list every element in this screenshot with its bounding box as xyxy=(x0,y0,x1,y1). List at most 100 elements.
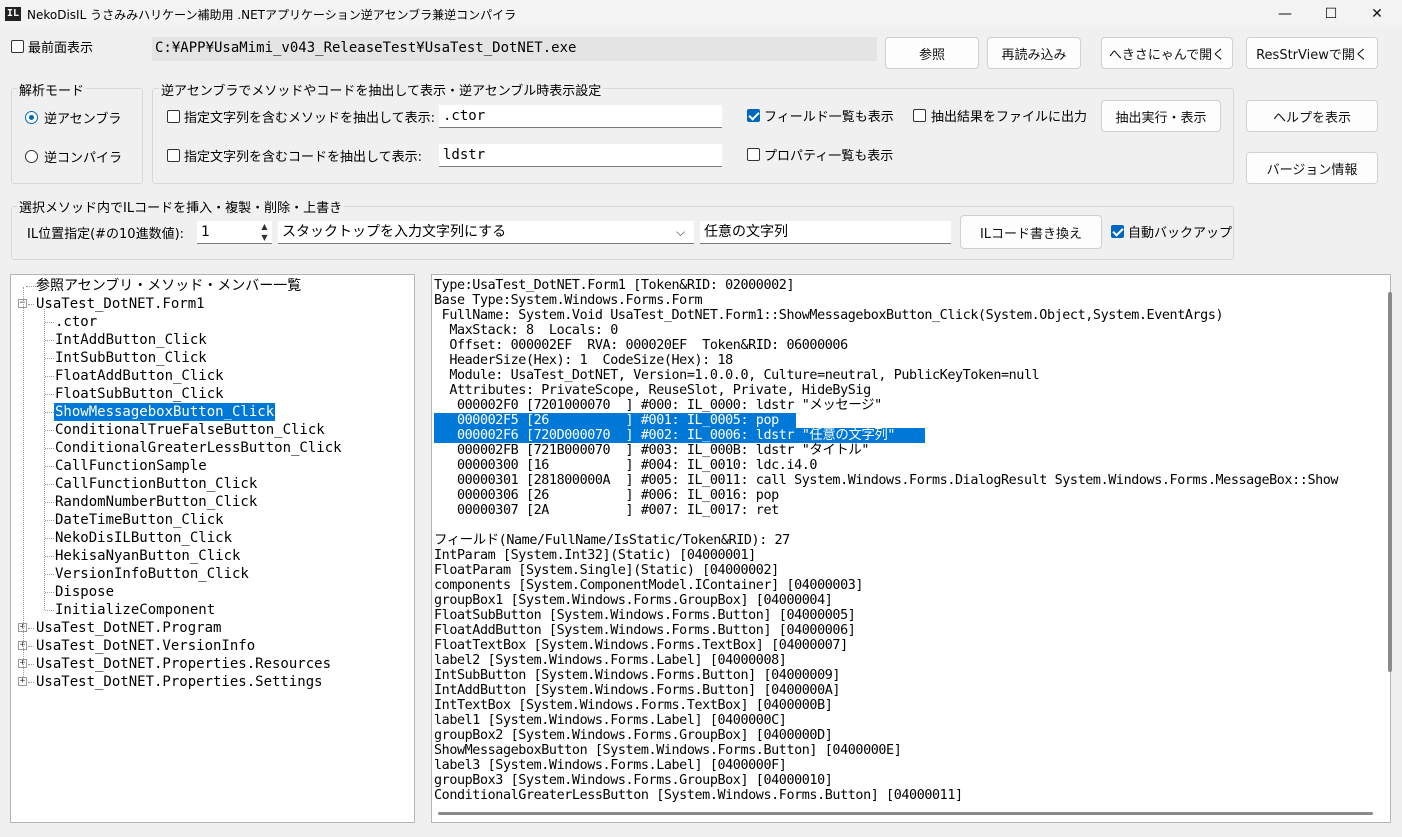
tree-row[interactable]: DateTimeButton_Click xyxy=(11,511,414,529)
tree-connector xyxy=(28,646,34,647)
output-file-checkbox[interactable] xyxy=(913,109,926,122)
tree-method-item[interactable]: ShowMessageboxButton_Click xyxy=(54,403,276,421)
tree-row[interactable]: ConditionalTrueFalseButton_Click xyxy=(11,421,414,439)
tree-class-node[interactable]: UsaTest_DotNET.Program xyxy=(35,619,222,637)
expand-icon[interactable]: + xyxy=(18,677,27,686)
tree-row[interactable]: HekisaNyanButton_Click xyxy=(11,547,414,565)
tree-row[interactable]: CallFunctionSample xyxy=(11,457,414,475)
tree-connector xyxy=(45,448,54,449)
tree-row[interactable]: + UsaTest_DotNET.Properties.Settings xyxy=(11,673,414,691)
code-filter-checkbox[interactable] xyxy=(167,149,180,162)
tree-method-item[interactable]: CallFunctionButton_Click xyxy=(54,475,258,493)
output-horizontal-scrollbar[interactable] xyxy=(438,812,1373,815)
tree-row[interactable]: − UsaTest_DotNET.Form1 xyxy=(11,295,414,313)
tree-connector xyxy=(45,358,54,359)
tree-row[interactable]: InitializeComponent xyxy=(11,601,414,619)
tree-method-item[interactable]: ConditionalGreaterLessButton_Click xyxy=(54,439,343,457)
output-vertical-scrollbar[interactable] xyxy=(1388,292,1392,672)
tree-class-node[interactable]: UsaTest_DotNET.VersionInfo xyxy=(35,637,256,655)
disassembler-radio[interactable] xyxy=(25,111,38,124)
tree-node-form1[interactable]: UsaTest_DotNET.Form1 xyxy=(35,295,206,313)
tree-row[interactable]: + UsaTest_DotNET.Properties.Resources xyxy=(11,655,414,673)
tree-method-item[interactable]: FloatSubButton_Click xyxy=(54,385,225,403)
file-path-field[interactable]: C:¥APP¥UsaMimi_v043_ReleaseTest¥UsaTest_… xyxy=(152,37,877,61)
assembly-tree[interactable]: 参照アセンブリ・メソッド・メンバー一覧 − UsaTest_DotNET.Form1… xyxy=(10,274,415,823)
tree-class-node[interactable]: UsaTest_DotNET.Properties.Resources xyxy=(35,655,332,673)
il-rewrite-button[interactable]: ILコード書き換え xyxy=(960,215,1102,249)
open-resstrview-button[interactable]: ResStrViewで開く xyxy=(1246,37,1378,69)
output-line: Attributes: PrivateScope, ReuseSlot, Pri… xyxy=(434,383,871,398)
tree-method-item[interactable]: IntAddButton_Click xyxy=(54,331,208,349)
tree-row[interactable]: IntSubButton_Click xyxy=(11,349,414,367)
tree-row[interactable]: RandomNumberButton_Click xyxy=(11,493,414,511)
topmost-checkbox[interactable] xyxy=(11,40,24,53)
tree-method-item[interactable]: ConditionalTrueFalseButton_Click xyxy=(54,421,326,439)
tree-method-item[interactable]: DateTimeButton_Click xyxy=(54,511,225,529)
tree-connector xyxy=(45,556,54,557)
disassembly-output[interactable]: Type:UsaTest_DotNET.Form1 [Token&RID: 02… xyxy=(431,274,1391,823)
auto-backup-checkbox[interactable] xyxy=(1111,225,1124,238)
tree-method-item[interactable]: IntSubButton_Click xyxy=(54,349,208,367)
tree-connector xyxy=(45,322,54,323)
tree-class-node[interactable]: UsaTest_DotNET.Properties.Settings xyxy=(35,673,324,691)
tree-row[interactable]: ConditionalGreaterLessButton_Click xyxy=(11,439,414,457)
tree-row[interactable]: Dispose xyxy=(11,583,414,601)
tree-method-item[interactable]: .ctor xyxy=(54,313,98,331)
il-string-input[interactable]: 任意の文字列 xyxy=(700,221,951,244)
tree-row[interactable]: VersionInfoButton_Click xyxy=(11,565,414,583)
tree-connector xyxy=(45,502,54,503)
tree-method-item[interactable]: HekisaNyanButton_Click xyxy=(54,547,241,565)
tree-row[interactable]: FloatAddButton_Click xyxy=(11,367,414,385)
tree-row[interactable]: .ctor xyxy=(11,313,414,331)
tree-connector xyxy=(28,628,34,629)
tree-row[interactable]: CallFunctionButton_Click xyxy=(11,475,414,493)
il-operation-select[interactable]: スタックトップを入力文字列にする xyxy=(278,221,694,244)
tree-method-item[interactable]: NekoDisILButton_Click xyxy=(54,529,233,547)
show-properties-label: プロパティ一覧も表示 xyxy=(764,149,894,164)
help-button[interactable]: ヘルプを表示 xyxy=(1246,100,1378,132)
output-line: IntParam [System.Int32](Static) [0400000… xyxy=(434,548,756,563)
tree-method-item[interactable]: InitializeComponent xyxy=(54,601,216,619)
tree-connector xyxy=(45,538,54,539)
method-filter-label: 指定文字列を含むメソッドを抽出して表示: xyxy=(184,111,435,126)
method-filter-input[interactable]: .ctor xyxy=(439,105,722,128)
tree-connector xyxy=(45,484,54,485)
topmost-label: 最前面表示 xyxy=(28,41,94,56)
il-position-stepper[interactable]: ▲ ▼ xyxy=(257,221,272,244)
chevron-down-icon: ⌵ xyxy=(676,225,686,239)
tree-row[interactable]: + UsaTest_DotNET.VersionInfo xyxy=(11,637,414,655)
il-position-label: IL位置指定(#の10進数値): xyxy=(27,227,185,242)
show-properties-checkbox[interactable] xyxy=(747,148,760,161)
tree-row[interactable]: ShowMessageboxButton_Click xyxy=(11,403,414,421)
method-filter-checkbox[interactable] xyxy=(167,110,180,123)
tree-row[interactable]: IntAddButton_Click xyxy=(11,331,414,349)
close-button[interactable]: ✕ xyxy=(1354,0,1400,28)
il-position-input[interactable]: 1 xyxy=(197,221,257,244)
tree-connector xyxy=(45,376,54,377)
tree-row[interactable]: 参照アセンブリ・メソッド・メンバー一覧 xyxy=(11,277,414,295)
tree-row[interactable]: NekoDisILButton_Click xyxy=(11,529,414,547)
decompiler-radio[interactable] xyxy=(25,150,38,163)
version-info-button[interactable]: バージョン情報 xyxy=(1246,152,1378,184)
open-hekisanyan-button[interactable]: へきさにゃんで開く xyxy=(1101,37,1233,69)
show-fields-checkbox[interactable] xyxy=(747,109,760,122)
output-line: 00000301 [281800000A ] #005: IL_0011: ca… xyxy=(434,473,1339,488)
tree-row[interactable]: FloatSubButton_Click xyxy=(11,385,414,403)
reload-button[interactable]: 再読み込み xyxy=(987,37,1081,69)
run-extract-button[interactable]: 抽出実行・表示 xyxy=(1101,100,1221,132)
output-line: 00000306 [26 ] #006: IL_0016: pop xyxy=(434,488,779,503)
output-line: Offset: 000002EF RVA: 000020EF Token&RID… xyxy=(434,338,848,353)
tree-row[interactable]: + UsaTest_DotNET.Program xyxy=(11,619,414,637)
tree-connector xyxy=(45,394,54,395)
tree-method-item[interactable]: FloatAddButton_Click xyxy=(54,367,225,385)
code-filter-input[interactable]: ldstr xyxy=(439,144,722,167)
tree-root-label: 参照アセンブリ・メソッド・メンバー一覧 xyxy=(36,278,302,294)
tree-method-item[interactable]: VersionInfoButton_Click xyxy=(54,565,250,583)
maximize-button[interactable]: ☐ xyxy=(1308,0,1354,28)
browse-button[interactable]: 参照 xyxy=(885,37,979,69)
tree-method-item[interactable]: Dispose xyxy=(54,583,115,601)
tree-method-item[interactable]: CallFunctionSample xyxy=(54,457,208,475)
minimize-button[interactable]: — xyxy=(1262,0,1308,28)
output-line: IntAddButton [System.Windows.Forms.Butto… xyxy=(434,683,841,698)
tree-method-item[interactable]: RandomNumberButton_Click xyxy=(54,493,258,511)
